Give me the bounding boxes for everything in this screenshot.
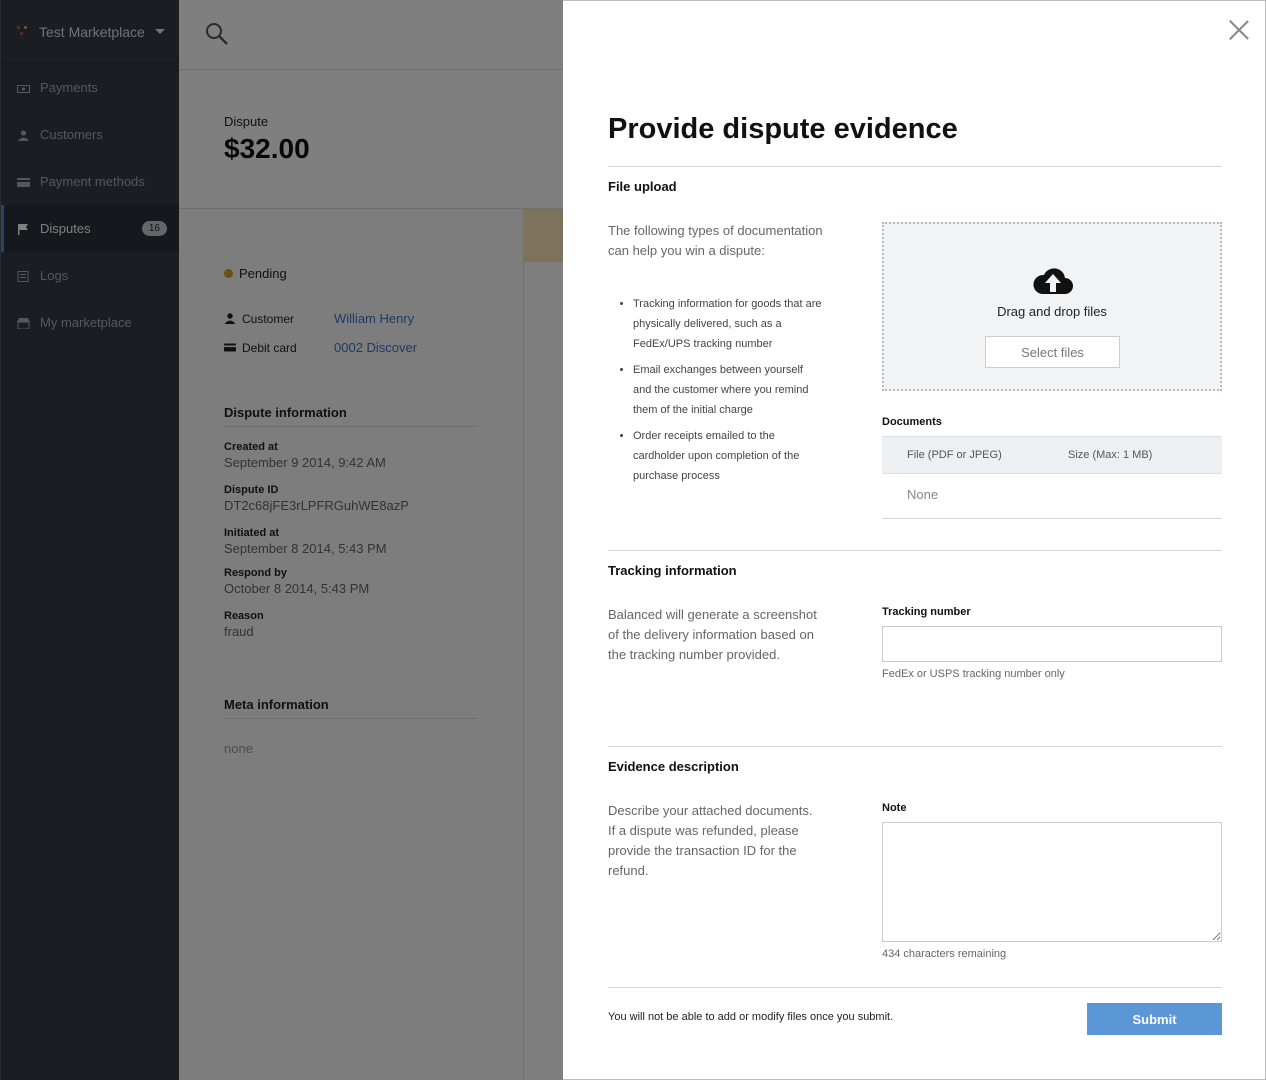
note-textarea[interactable] (882, 822, 1222, 942)
list-item: Tracking information for goods that are … (633, 294, 823, 354)
divider (882, 518, 1222, 519)
list-item: Email exchanges between yourself and the… (633, 360, 823, 420)
file-upload-intro: The following types of documentation can… (608, 223, 823, 258)
tracking-number-label: Tracking number (882, 606, 971, 618)
drag-drop-text: Drag and drop files (997, 304, 1107, 319)
divider (608, 166, 1222, 167)
file-upload-heading: File upload (608, 179, 677, 194)
documents-empty: None (907, 487, 939, 502)
divider (608, 550, 1222, 551)
tracking-heading: Tracking information (608, 563, 737, 578)
evidence-bullets: Tracking information for goods that are … (608, 294, 823, 492)
evidence-description: Describe your attached documents. If a d… (608, 803, 813, 878)
tracking-number-input[interactable] (882, 626, 1222, 662)
dispute-evidence-modal: Provide dispute evidence File upload The… (563, 0, 1266, 1080)
list-item: Order receipts emailed to the cardholder… (633, 426, 823, 486)
close-icon[interactable] (1228, 19, 1250, 41)
cloud-upload-icon (1031, 264, 1075, 296)
divider (608, 987, 1222, 988)
characters-remaining: 434 characters remaining (882, 948, 1007, 960)
column-header-file: File (PDF or JPEG) (907, 449, 1002, 461)
modal-backdrop[interactable] (0, 0, 563, 1080)
note-label: Note (882, 802, 907, 814)
tracking-hint: FedEx or USPS tracking number only (882, 668, 1065, 680)
documents-label: Documents (882, 416, 942, 428)
column-header-size: Size (Max: 1 MB) (1068, 449, 1153, 461)
select-files-button[interactable]: Select files (985, 336, 1120, 368)
documents-table-header: File (PDF or JPEG) Size (Max: 1 MB) (882, 436, 1222, 474)
modal-title: Provide dispute evidence (608, 113, 958, 145)
evidence-heading: Evidence description (608, 759, 739, 774)
submit-warning: You will not be able to add or modify fi… (608, 1011, 894, 1023)
file-dropzone[interactable]: Drag and drop files Select files (882, 222, 1222, 391)
tracking-description: Balanced will generate a screenshot of t… (608, 607, 817, 662)
divider (608, 746, 1222, 747)
submit-button[interactable]: Submit (1087, 1003, 1222, 1035)
